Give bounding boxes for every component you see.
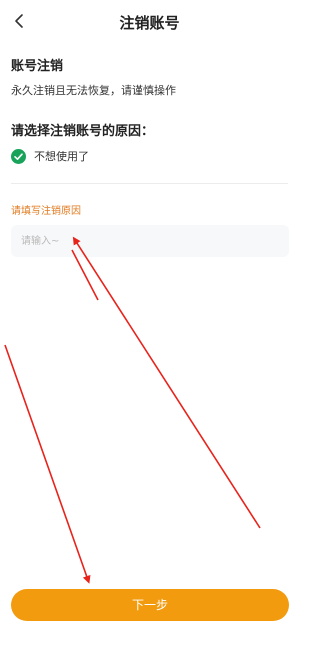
arrow-to-next-button bbox=[4, 344, 91, 584]
reason-input[interactable] bbox=[11, 225, 289, 257]
section-description: 永久注销且无法恢复，请谨慎操作 bbox=[11, 84, 176, 97]
section-title: 账号注销 bbox=[11, 59, 64, 74]
page-title: 注销账号 bbox=[119, 14, 180, 32]
reason-title: 请选择注销账号的原因： bbox=[11, 124, 155, 139]
reason-option-label: 不想使用了 bbox=[34, 150, 89, 163]
reason-option-not-used[interactable]: 不想使用了 bbox=[11, 147, 89, 165]
reason-input-label: 请填写注销原因 bbox=[11, 206, 81, 217]
arrow-to-input bbox=[72, 236, 261, 529]
nav-header: 注销账号 bbox=[0, 0, 299, 44]
check-circle-icon bbox=[11, 148, 26, 164]
divider bbox=[11, 183, 288, 184]
next-button[interactable]: 下一步 bbox=[11, 589, 289, 621]
arrow-to-input-2 bbox=[71, 249, 99, 301]
